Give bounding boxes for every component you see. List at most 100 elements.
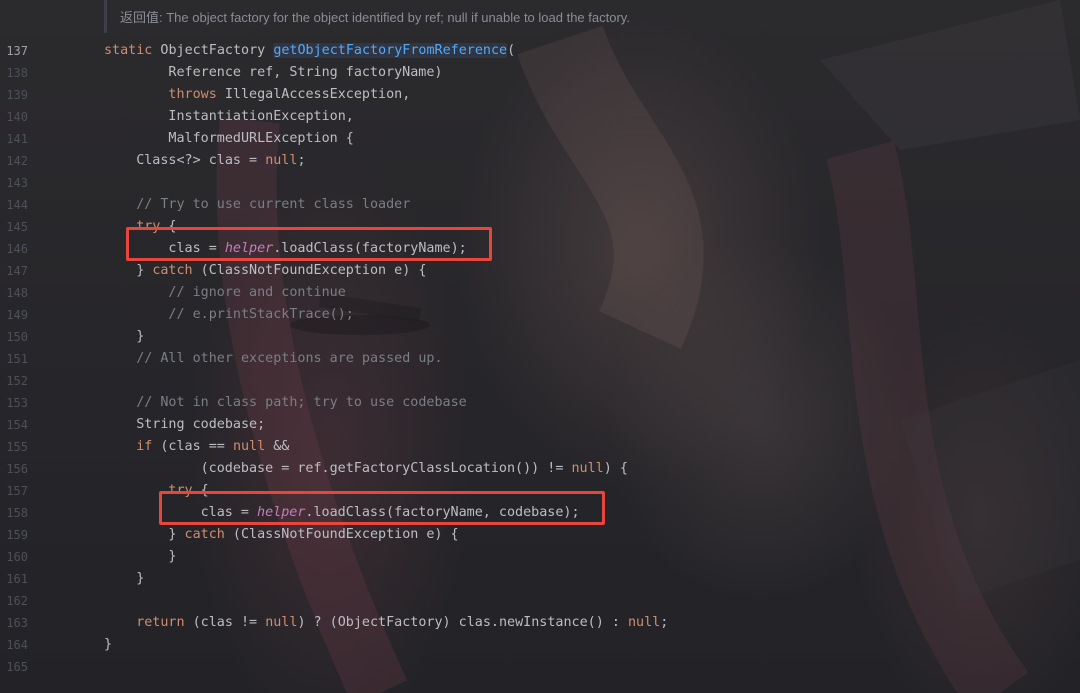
line-number: 162 [6,594,28,608]
line-number: 157 [6,484,28,498]
code-line[interactable]: 138 Reference ref, String factoryName) [0,62,1080,84]
line-number: 160 [6,550,28,564]
code-token: ObjectFactory [152,43,274,58]
code-text: (codebase = ref.getFactoryClassLocation(… [201,458,628,480]
code-line[interactable]: 142 Class<?> clas = null; [0,150,1080,172]
code-token: null [571,461,604,476]
code-token: String codebase; [136,417,266,432]
code-line[interactable]: 143 [0,172,1080,194]
code-line[interactable]: 140 InstantiationException, [0,106,1080,128]
code-token: null [232,439,266,454]
code-token: } [136,329,145,344]
code-line[interactable]: 152 [0,370,1080,392]
code-token: (ClassNotFoundException e) { [192,263,427,278]
code-line[interactable]: 148 // ignore and continue [0,282,1080,304]
code-token: // Not in class path; try to use codebas… [136,395,467,410]
line-number: 151 [6,352,28,366]
code-token: ; [660,615,669,630]
code-text: // All other exceptions are passed up. [136,348,442,370]
line-number: 144 [6,198,28,212]
code-token: ( [507,43,516,58]
code-line[interactable]: 151 // All other exceptions are passed up… [0,348,1080,370]
code-token: IllegalAccessException, [216,87,411,102]
code-line[interactable]: 155 if (clas == null && [0,436,1080,458]
code-text: // e.printStackTrace(); [168,304,353,326]
code-token: MalformedURLException { [168,131,354,146]
code-line[interactable]: 165 [0,656,1080,678]
highlight-box [158,491,605,525]
code-token: Reference ref, String factoryName) [168,65,443,80]
code-line[interactable]: 154 String codebase; [0,414,1080,436]
code-line[interactable]: 163 return (clas != null) ? (ObjectFactor… [0,612,1080,634]
code-token: } [168,527,185,542]
code-token: // ignore and continue [168,285,346,300]
line-number: 148 [6,286,28,300]
code-line[interactable]: 159} catch (ClassNotFoundException e) { [0,524,1080,546]
code-token: (ClassNotFoundException e) { [224,527,459,542]
line-number: 147 [6,264,28,278]
code-text: // Not in class path; try to use codebas… [136,392,467,414]
code-token: throws [168,87,217,102]
code-line[interactable]: 160} [0,546,1080,568]
line-number: 155 [6,440,28,454]
code-line[interactable]: 153 // Not in class path; try to use code… [0,392,1080,414]
code-line[interactable]: 139 throws IllegalAccessException, [0,84,1080,106]
code-line[interactable]: 150} [0,326,1080,348]
code-token: static [104,43,153,58]
code-line[interactable]: 162 [0,590,1080,612]
code-token: catch [152,263,193,278]
code-token: ) { [603,461,628,476]
doc-returns-description: The object factory for the object identi… [162,10,630,25]
line-number: 149 [6,308,28,322]
code-token: (codebase = ref.getFactoryClassLocation(… [200,461,572,476]
code-line[interactable]: 137 static ObjectFactory getObjectFactory… [0,40,1080,62]
code-token: // Try to use current class loader [136,197,411,212]
line-number: 156 [6,462,28,476]
code-line[interactable]: 144 // Try to use current class loader [0,194,1080,216]
code-token: getObjectFactoryFromReference [273,43,508,58]
line-number: 146 [6,242,28,256]
code-text: } catch (ClassNotFoundException e) { [168,524,458,546]
code-token: Class<?> clas = [136,153,266,168]
code-text: if (clas == null && [136,436,289,458]
code-token: } [136,263,153,278]
line-number: 139 [6,88,28,102]
code-token: null [265,153,298,168]
code-line[interactable]: 141 MalformedURLException { [0,128,1080,150]
code-text: } [104,634,112,656]
code-token: } [168,549,177,564]
code-line[interactable]: 147} catch (ClassNotFoundException e) { [0,260,1080,282]
highlight-box [126,227,493,261]
code-line[interactable]: 161} [0,568,1080,590]
code-line[interactable]: 149 // e.printStackTrace(); [0,304,1080,326]
code-token: } [104,637,113,652]
doc-returns-text: 返回值: The object factory for the object i… [120,7,630,26]
code-text: String codebase; [136,414,265,436]
code-text: // Try to use current class loader [136,194,410,216]
quick-documentation-strip: 返回值: The object factory for the object i… [0,0,1080,33]
code-line[interactable]: 164} [0,634,1080,656]
line-number: 159 [6,528,28,542]
code-text: } [136,326,144,348]
code-line[interactable]: 156 (codebase = ref.getFactoryClassLocati… [0,458,1080,480]
line-number: 138 [6,66,28,80]
code-text: throws IllegalAccessException, [168,84,410,106]
code-editor[interactable]: 137 static ObjectFactory getObjectFactory… [0,40,1080,678]
code-token: } [136,571,145,586]
code-token: ) ? (ObjectFactory) clas.newInstance() : [297,615,628,630]
line-number: 152 [6,374,28,388]
line-number: 154 [6,418,28,432]
code-token: // All other exceptions are passed up. [136,351,443,366]
line-number: 142 [6,154,28,168]
code-token: ; [297,153,306,168]
code-text: } [168,546,176,568]
line-number: 143 [6,176,28,190]
code-token: (clas != [184,615,266,630]
code-text: } [136,568,144,590]
code-token: return [136,615,185,630]
code-token: && [265,439,290,454]
line-number: 163 [6,616,28,630]
line-number: 150 [6,330,28,344]
code-token: InstantiationException, [168,109,354,124]
code-token: catch [184,527,225,542]
